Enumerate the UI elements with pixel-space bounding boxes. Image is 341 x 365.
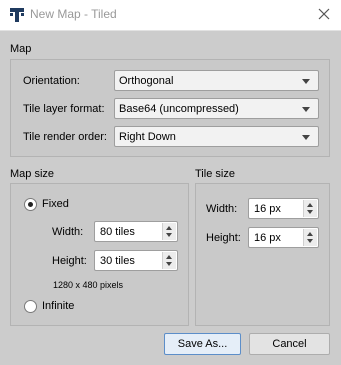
spin-up-icon[interactable] (307, 232, 313, 236)
tile-width-label: Width: (206, 203, 238, 215)
chevron-down-icon (302, 135, 310, 140)
fixed-radio[interactable] (24, 198, 37, 211)
tiled-logo-icon (9, 7, 25, 23)
close-icon[interactable] (316, 6, 332, 22)
tile-render-order-combo[interactable]: Right Down (114, 126, 319, 147)
infinite-radio[interactable] (24, 300, 37, 313)
cancel-button[interactable]: Cancel (249, 333, 330, 355)
spin-up-icon[interactable] (166, 255, 172, 259)
chevron-down-icon (302, 107, 310, 112)
spin-up-icon[interactable] (166, 226, 172, 230)
map-section-label: Map (10, 43, 32, 55)
tile-height-spinbox[interactable]: 16 px (248, 227, 319, 248)
infinite-label: Infinite (42, 300, 75, 312)
tile-width-value: 16 px (254, 203, 281, 215)
map-height-spinbox[interactable]: 30 tiles (94, 250, 178, 271)
fixed-label: Fixed (42, 198, 69, 210)
chevron-down-icon (302, 79, 310, 84)
tile-layer-format-value: Base64 (uncompressed) (119, 103, 239, 115)
spin-buttons[interactable] (162, 223, 176, 240)
radio-selected-dot (28, 202, 33, 207)
map-width-label: Width: (52, 226, 84, 238)
spin-buttons[interactable] (303, 229, 317, 246)
orientation-combo[interactable]: Orthogonal (114, 70, 319, 91)
tile-size-groupbox: Width: 16 px Height: 16 px (195, 183, 330, 326)
orientation-label: Orientation: (23, 75, 80, 87)
spin-up-icon[interactable] (307, 203, 313, 207)
tile-layer-format-combo[interactable]: Base64 (uncompressed) (114, 98, 319, 119)
spin-buttons[interactable] (162, 252, 176, 269)
map-width-spinbox[interactable]: 80 tiles (94, 221, 178, 242)
spin-down-icon[interactable] (307, 210, 313, 214)
dialog-body: Map Orientation: Orthogonal Tile layer f… (0, 31, 341, 365)
map-height-value: 30 tiles (100, 255, 135, 267)
tile-height-label: Height: (206, 232, 241, 244)
tile-render-order-label: Tile render order: (23, 131, 107, 143)
pixel-size-text: 1280 x 480 pixels (53, 280, 124, 290)
spin-buttons[interactable] (303, 200, 317, 217)
tile-layer-format-label: Tile layer format: (23, 103, 105, 115)
map-height-label: Height: (52, 255, 87, 267)
tile-height-value: 16 px (254, 232, 281, 244)
spin-down-icon[interactable] (307, 239, 313, 243)
spin-down-icon[interactable] (166, 233, 172, 237)
tile-width-spinbox[interactable]: 16 px (248, 198, 319, 219)
tile-size-section-label: Tile size (195, 168, 235, 180)
map-groupbox: Orientation: Orthogonal Tile layer forma… (10, 59, 330, 157)
map-size-groupbox: Fixed Width: 80 tiles Height: 30 tiles 1… (10, 183, 189, 326)
window-title: New Map - Tiled (30, 7, 117, 21)
save-as-button[interactable]: Save As... (164, 333, 241, 355)
map-size-section-label: Map size (10, 168, 55, 180)
spin-down-icon[interactable] (166, 262, 172, 266)
tile-render-order-value: Right Down (119, 131, 176, 143)
map-width-value: 80 tiles (100, 226, 135, 238)
orientation-value: Orthogonal (119, 75, 174, 87)
title-bar: New Map - Tiled (0, 0, 341, 31)
